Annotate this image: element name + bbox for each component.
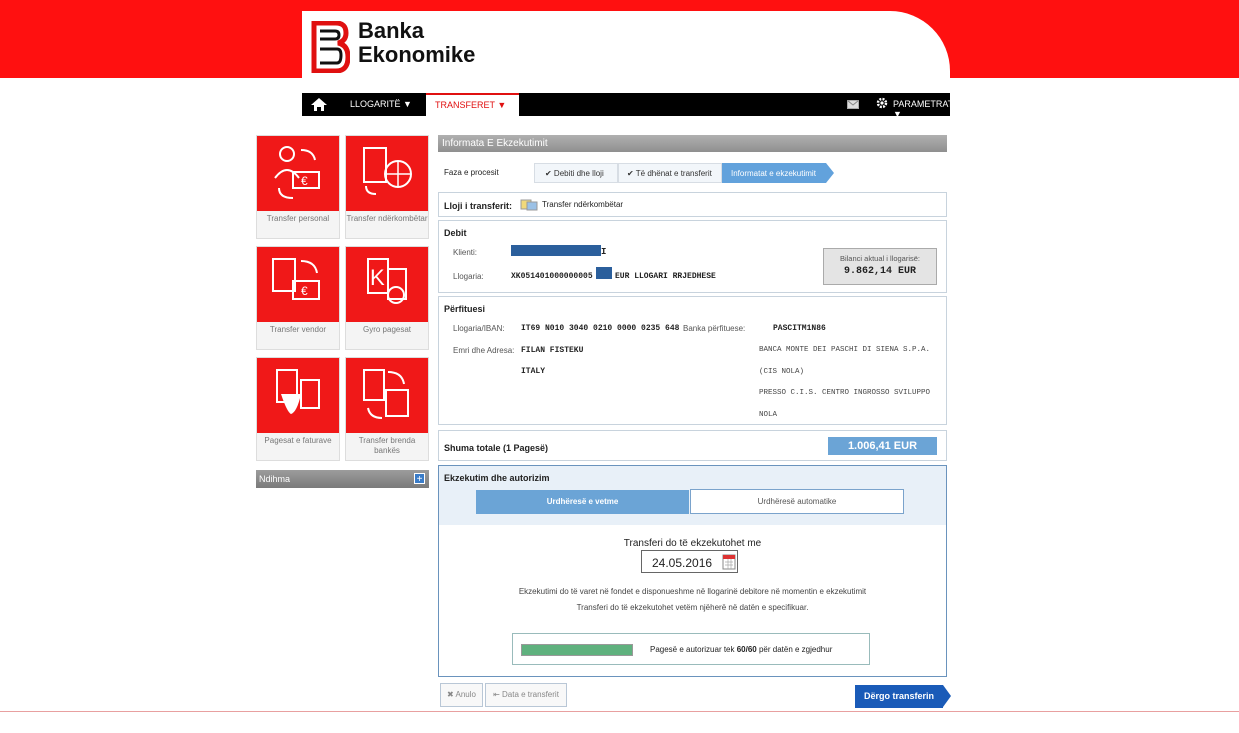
tile-internal-transfer[interactable]: Transfer brenda bankës xyxy=(345,357,429,461)
cancel-button[interactable]: ✖ Anulo xyxy=(440,683,483,707)
calendar-icon[interactable] xyxy=(722,553,736,570)
plus-icon[interactable]: + xyxy=(414,473,425,485)
debit-title: Debit xyxy=(444,228,467,238)
tile-giro-payments[interactable]: K Gyro pagesat xyxy=(345,246,429,350)
send-transfer-button[interactable]: Dërgo transferin xyxy=(855,685,943,708)
tab-automatic-order[interactable]: Urdhëresë automatike xyxy=(690,489,904,514)
tile-label: Transfer personal xyxy=(266,214,330,223)
execution-title: Ekzekutim dhe autorizim xyxy=(444,473,550,483)
transfer-type-value: Transfer ndërkombëtar xyxy=(542,200,624,209)
step-arrow xyxy=(826,163,834,183)
brand-line1: Banka xyxy=(358,18,425,43)
tile-label: Transfer ndërkombëtar xyxy=(346,214,428,223)
redacted-account xyxy=(596,267,612,279)
domestic-transfer-icon: € xyxy=(257,247,339,322)
tile-transfer-domestic[interactable]: € Transfer vendor xyxy=(256,246,340,350)
transfer-type-label: Lloji i transferit: xyxy=(444,201,513,211)
international-transfer-icon xyxy=(346,136,428,211)
account-label: Llogaria: xyxy=(453,272,484,281)
help-label: Ndihma xyxy=(259,474,291,484)
authorization-text: Pagesë e autorizuar tek 60/60 për datën … xyxy=(650,645,832,654)
beneficiary-panel: Përfituesi Llogaria/IBAN: IT69 N010 3040… xyxy=(438,296,947,425)
back-to-transfer-data-button[interactable]: ⇤ Data e transferit xyxy=(485,683,567,707)
gear-icon[interactable] xyxy=(876,97,888,109)
internal-transfer-icon xyxy=(346,358,428,433)
date-input[interactable]: 24.05.2016 xyxy=(641,550,738,573)
beneficiary-title: Përfituesi xyxy=(444,304,486,314)
tile-bill-payments[interactable]: Pagesat e faturave xyxy=(256,357,340,461)
nav-settings[interactable]: PARAMETRAT ▼ xyxy=(893,99,953,119)
logo[interactable]: Banka Ekonomike xyxy=(302,11,950,83)
transfer-type-icon xyxy=(520,199,538,211)
progress-bar xyxy=(521,644,633,656)
svg-text:€: € xyxy=(301,284,308,298)
tab-single-order[interactable]: Urdhëresë e vetme xyxy=(476,490,689,514)
total-label: Shuma totale (1 Pagesë) xyxy=(444,443,549,453)
balance-box: Bilanci aktual i llogarisë: 9.862,14 EUR xyxy=(823,248,937,285)
auth-prefix: Pagesë e autorizuar tek xyxy=(650,645,737,654)
page-title: Informata E Ekzekutimit xyxy=(442,138,548,149)
bank-code: PASCITM1N86 xyxy=(773,324,826,333)
nav-transfers[interactable]: TRANSFERET ▼ xyxy=(426,93,519,116)
name-label: Emri dhe Adresa: xyxy=(453,346,515,355)
country-value: ITALY xyxy=(521,367,546,376)
nav-accounts[interactable]: LLOGARITË ▼ xyxy=(350,99,412,109)
iban-value: IT69 N010 3040 0210 0000 0235 648 xyxy=(521,324,680,333)
balance-value: 9.862,14 EUR xyxy=(843,266,916,277)
giro-payment-icon: K xyxy=(346,247,428,322)
section-header: Informata E Ekzekutimit xyxy=(438,135,947,152)
phase-label: Faza e procesit xyxy=(444,168,499,177)
tile-label: Transfer vendor xyxy=(269,325,327,334)
step-label: ✔ Të dhënat e transferit xyxy=(627,169,712,178)
date-prompt: Transferi do të ekzekutohet me xyxy=(623,538,762,549)
tile-transfer-personal[interactable]: € Transfer personal xyxy=(256,135,340,239)
step-label: ✔ Debiti dhe lloji xyxy=(545,169,604,178)
bank-logo-icon xyxy=(311,21,350,73)
bank-line: (CIS NOLA) xyxy=(759,368,805,376)
tile-label: Pagesat e faturave xyxy=(264,436,332,445)
nav-transfers-label: TRANSFERET ▼ xyxy=(435,100,507,110)
footer-divider xyxy=(0,711,1239,712)
account-type: EUR LLOGARI RRJEDHESE xyxy=(615,272,716,281)
home-icon[interactable] xyxy=(308,96,330,112)
authorization-progress: Pagesë e autorizuar tek 60/60 për datën … xyxy=(512,633,870,665)
step-debit[interactable]: ✔ Debiti dhe lloji xyxy=(534,163,618,183)
step-execution: Informatat e ekzekutimit xyxy=(722,163,826,183)
svg-text:K: K xyxy=(370,265,385,290)
tile-transfer-international[interactable]: Transfer ndërkombëtar xyxy=(345,135,429,239)
send-arrow xyxy=(943,685,951,707)
redacted-client xyxy=(511,245,601,256)
client-label: Klienti: xyxy=(453,248,478,257)
name-value: FILAN FISTEKU xyxy=(521,346,584,355)
account-value: XK051401000000005 xyxy=(511,272,593,281)
note-funds: Ekzekutimi do të varet në fondet e dispo… xyxy=(518,587,867,596)
date-value: 24.05.2016 xyxy=(652,556,713,570)
brand-name: Banka Ekonomike xyxy=(358,19,475,67)
note-once: Transferi do të ekzekutohet vetëm njëher… xyxy=(576,603,809,612)
bill-payment-icon xyxy=(257,358,339,433)
help-bar[interactable]: Ndihma + xyxy=(256,470,429,488)
step-label: Informatat e ekzekutimit xyxy=(731,169,816,178)
balance-label: Bilanci aktual i llogarisë: xyxy=(839,254,921,263)
svg-text:€: € xyxy=(301,174,308,188)
auth-count: 60/60 xyxy=(736,645,757,654)
auth-suffix: për datën e zgjedhur xyxy=(756,645,833,654)
total-value: 1.006,41 EUR xyxy=(828,437,937,455)
bank-label: Banka përfituese: xyxy=(683,324,746,333)
envelope-icon[interactable] xyxy=(847,100,859,109)
main-nav: LLOGARITË ▼ TRANSFERET ▼ PARAMETRAT ▼ xyxy=(302,93,953,119)
brand-line2: Ekonomike xyxy=(358,42,476,67)
client-value: I xyxy=(601,247,607,257)
tile-label: Transfer brenda bankës xyxy=(358,436,416,455)
iban-label: Llogaria/IBAN: xyxy=(453,324,505,333)
person-transfer-icon: € xyxy=(257,136,339,211)
tile-label: Gyro pagesat xyxy=(362,325,412,334)
bank-line: PRESSO C.I.S. CENTRO INGROSSO SVILUPPO xyxy=(759,389,931,397)
step-transfer-data[interactable]: ✔ Të dhënat e transferit xyxy=(618,163,722,183)
bank-line: BANCA MONTE DEI PASCHI DI SIENA S.P.A. xyxy=(759,346,931,354)
bank-line: NOLA xyxy=(759,411,778,419)
transfer-type-panel: Lloji i transferit: Transfer ndërkombëta… xyxy=(438,192,947,217)
